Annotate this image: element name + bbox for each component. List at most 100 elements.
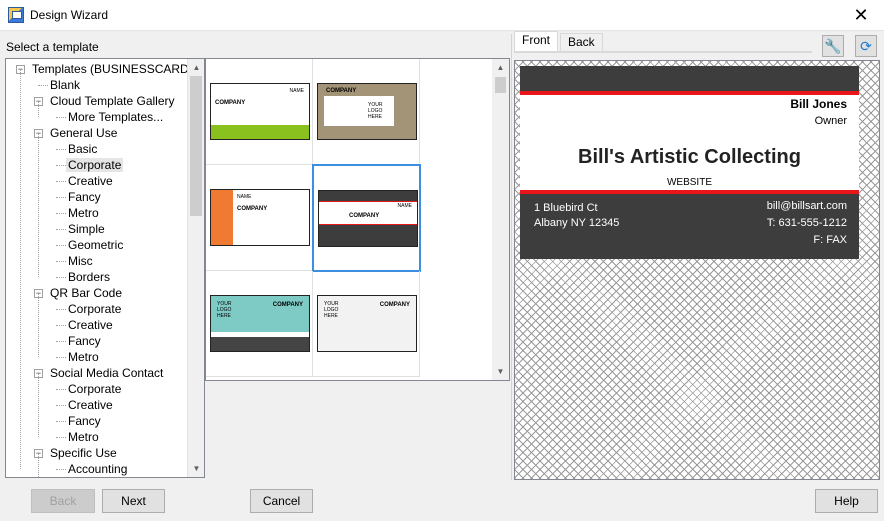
back-button[interactable]: Back xyxy=(31,489,95,513)
template-thumbnail[interactable]: COMPANY NAME xyxy=(206,165,313,271)
tree-item[interactable]: Templates (BUSINESSCARD) xyxy=(30,61,195,77)
tree-scroll-thumb[interactable] xyxy=(190,76,202,216)
tree-item[interactable]: Fancy xyxy=(66,333,103,349)
tree-item[interactable]: Metro xyxy=(66,205,101,221)
card-name[interactable]: Bill Jones xyxy=(790,97,847,111)
tree-item[interactable]: Metro xyxy=(66,349,101,365)
tree-item-label: Borders xyxy=(68,270,111,284)
card-website[interactable]: WEBSITE xyxy=(520,177,859,188)
thumbnail-card: COMPANY NAME xyxy=(210,189,310,246)
tree-connector xyxy=(38,373,39,437)
thumbnail-name: NAME xyxy=(289,88,304,94)
tree-connector xyxy=(56,421,66,422)
tree-connector xyxy=(38,85,48,86)
template-thumbnail[interactable]: COMPANY YOUR LOGO HERE xyxy=(313,59,420,165)
tree-connector xyxy=(56,229,66,230)
tree-item[interactable]: Geometric xyxy=(66,237,125,253)
tree-item[interactable]: QR Bar Code xyxy=(48,285,124,301)
scroll-up-arrow-icon[interactable]: ▲ xyxy=(492,59,509,76)
tree-item[interactable]: Cloud Template Gallery xyxy=(48,93,177,109)
tree-item-label: Metro xyxy=(68,430,99,444)
tree-item[interactable]: Social Media Contact xyxy=(48,365,165,381)
thumbnail-company: COMPANY xyxy=(215,100,246,106)
next-button[interactable]: Next xyxy=(102,489,165,513)
card-preview: Bill Jones Owner Bill's Artistic Collect… xyxy=(514,60,880,480)
tree-connector xyxy=(56,341,66,342)
template-grid[interactable]: COMPANY NAME COMPANY YOUR LOGO HERE COMPANY N… xyxy=(205,58,510,381)
thumbnail-card: COMPANY NAME xyxy=(210,83,310,140)
tree-connector xyxy=(56,309,66,310)
card-fax[interactable]: F: FAX xyxy=(813,234,847,246)
grid-scrollbar[interactable]: ▲ ▼ xyxy=(492,59,509,380)
tree-connector xyxy=(56,213,66,214)
tree-item[interactable]: Specific Use xyxy=(48,445,119,461)
tree-item-label: Creative xyxy=(68,318,113,332)
business-card[interactable]: Bill Jones Owner Bill's Artistic Collect… xyxy=(520,66,859,259)
thumbnail-name: NAME xyxy=(397,203,412,209)
tree-connector xyxy=(56,405,66,406)
help-button[interactable]: Help xyxy=(815,489,878,513)
cancel-button[interactable]: Cancel xyxy=(250,489,313,513)
tree-item-label: Fancy xyxy=(68,414,101,428)
tree-item-label: More Templates... xyxy=(68,110,164,124)
tree-connector xyxy=(38,453,39,477)
tab-front[interactable]: Front xyxy=(514,31,559,52)
tree-connector xyxy=(56,469,66,470)
refresh-icon[interactable]: ⟳ xyxy=(855,35,877,57)
tree-item[interactable]: Corporate xyxy=(66,381,123,397)
tree-connector xyxy=(56,181,66,182)
thumbnail-company: COMPANY xyxy=(272,302,303,308)
tree-item[interactable]: Misc xyxy=(66,253,95,269)
template-thumbnail[interactable]: COMPANY YOUR LOGO HERE xyxy=(313,271,420,377)
tree-item[interactable]: Metro xyxy=(66,429,101,445)
tree-connector xyxy=(56,245,66,246)
card-company[interactable]: Bill's Artistic Collecting xyxy=(520,146,859,169)
tree-item-label: Corporate xyxy=(68,302,122,316)
tree-item[interactable]: Creative xyxy=(66,317,115,333)
card-address-line2[interactable]: Albany NY 12345 xyxy=(534,217,619,229)
tree-connector xyxy=(56,117,66,118)
scroll-down-arrow-icon[interactable]: ▼ xyxy=(188,460,204,477)
card-phone[interactable]: T: 631-555-1212 xyxy=(767,217,847,229)
tab-back[interactable]: Back xyxy=(560,33,603,52)
tree-item[interactable]: Accounting xyxy=(66,461,129,477)
template-thumbnail[interactable]: COMPANY NAME xyxy=(312,164,421,272)
tree-item[interactable]: Simple xyxy=(66,221,107,237)
tree-item[interactable]: Borders xyxy=(66,269,112,285)
tree-item[interactable]: More Templates... xyxy=(66,109,165,125)
tree-item[interactable]: Creative xyxy=(66,397,115,413)
tree-connector xyxy=(56,357,66,358)
tree-item-label: Corporate xyxy=(66,158,124,172)
tree-connector xyxy=(38,293,39,357)
tree-item[interactable]: Fancy xyxy=(66,413,103,429)
wrench-icon[interactable]: 🔧 xyxy=(822,35,844,57)
scroll-up-arrow-icon[interactable]: ▲ xyxy=(188,59,204,76)
tree-item[interactable]: Corporate xyxy=(66,301,123,317)
tree-item-label: Blank xyxy=(50,78,81,92)
tree-item[interactable]: Corporate xyxy=(66,157,124,173)
template-tree[interactable]: − Templates (BUSINESSCARD) Blank − Cloud Tem… xyxy=(5,58,205,478)
thumbnail-logo-placeholder: YOUR LOGO HERE xyxy=(217,301,232,319)
tree-item-label: Specific Use xyxy=(50,446,117,460)
tree-item[interactable]: General Use xyxy=(48,125,119,141)
tree-scrollbar[interactable]: ▲ ▼ xyxy=(187,59,204,477)
card-address-line1[interactable]: 1 Bluebird Ct xyxy=(534,202,598,214)
tree-connector xyxy=(38,133,39,277)
tree-item-label: Creative xyxy=(68,398,113,412)
card-title[interactable]: Owner xyxy=(815,115,847,127)
tree-item-label: Geometric xyxy=(68,238,124,252)
tree-item[interactable]: Fancy xyxy=(66,189,103,205)
tree-item[interactable]: Basic xyxy=(66,141,99,157)
close-button[interactable]: ✕ xyxy=(838,0,884,31)
grid-scroll-thumb[interactable] xyxy=(495,77,506,93)
thumbnail-card: COMPANY YOUR LOGO HERE xyxy=(210,295,310,352)
scroll-down-arrow-icon[interactable]: ▼ xyxy=(492,363,509,380)
tree-item[interactable]: Creative xyxy=(66,173,115,189)
tree-item-label: Metro xyxy=(68,206,99,220)
card-email[interactable]: bill@billsart.com xyxy=(767,200,847,212)
thumbnail-company: COMPANY xyxy=(237,206,268,212)
tree-item[interactable]: Blank xyxy=(48,77,82,93)
template-thumbnail[interactable]: COMPANY YOUR LOGO HERE xyxy=(206,271,313,377)
template-thumbnail[interactable]: COMPANY NAME xyxy=(206,59,313,165)
app-icon xyxy=(8,7,24,23)
